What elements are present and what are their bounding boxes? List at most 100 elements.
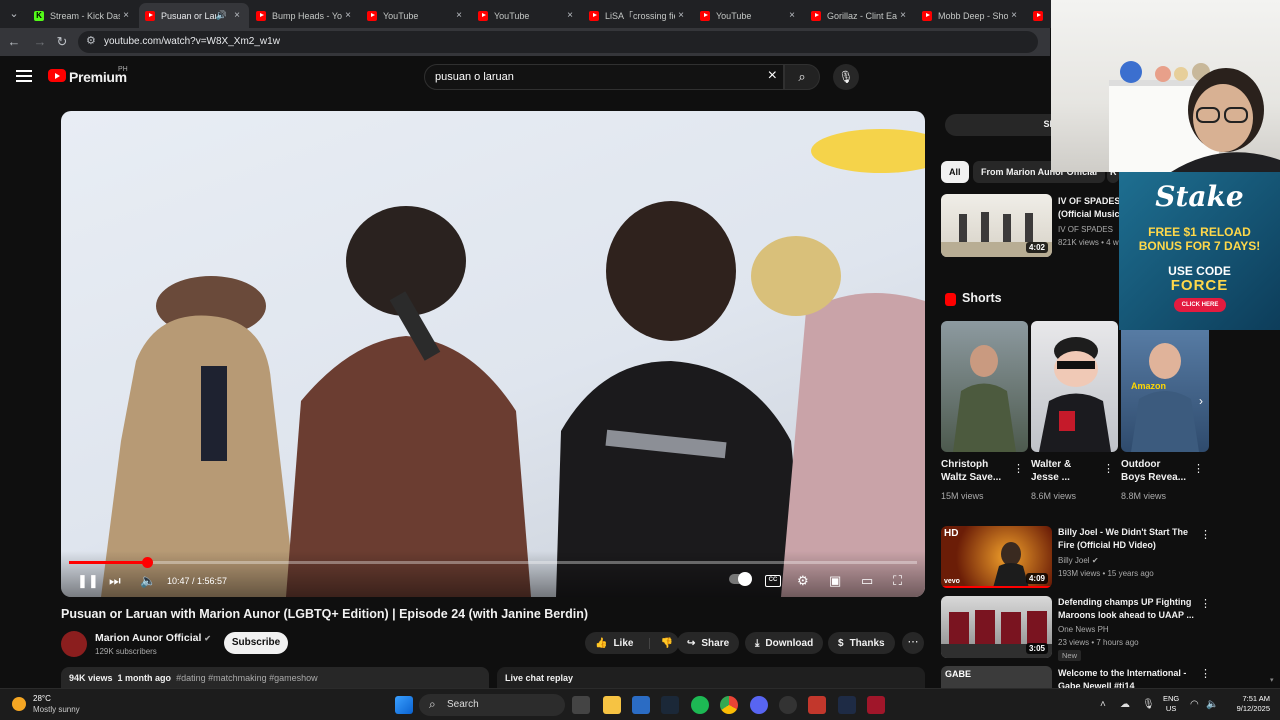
- app-icon[interactable]: [838, 696, 856, 714]
- cloud-icon[interactable]: ☁: [1120, 699, 1130, 710]
- microphone-icon[interactable]: 🎙: [1142, 699, 1155, 710]
- stake-ad-overlay[interactable]: Stake FREE $1 RELOAD BONUS FOR 7 DAYS! U…: [1119, 172, 1280, 330]
- short-title-3[interactable]: Outdoor Boys Revea...: [1121, 458, 1186, 484]
- browser-tab[interactable]: Yo: [1027, 3, 1051, 28]
- file-explorer-icon[interactable]: [603, 696, 621, 714]
- short-title-2[interactable]: Walter & Jesse ...: [1031, 458, 1071, 484]
- tab-audio-icon[interactable]: 🔊: [216, 10, 227, 21]
- related-video-title[interactable]: IV OF SPADES - (Official Music: [1058, 195, 1126, 221]
- wifi-icon[interactable]: ◠: [1190, 699, 1199, 710]
- short-thumb-1[interactable]: [941, 321, 1028, 452]
- language-indicator[interactable]: ENG US: [1163, 694, 1179, 714]
- windows-start-icon[interactable]: [395, 696, 413, 714]
- fullscreen-icon[interactable]: ⛶: [893, 573, 902, 589]
- chip-all[interactable]: All: [941, 161, 969, 183]
- thanks-button[interactable]: $ Thanks: [828, 632, 895, 654]
- reload-icon[interactable]: ↻: [52, 32, 72, 52]
- close-tab-icon[interactable]: ×: [786, 10, 798, 21]
- system-clock[interactable]: 7:51 AM 9/12/2025: [1228, 694, 1270, 714]
- related-video-channel[interactable]: One News PH: [1058, 624, 1109, 636]
- progress-scrubber[interactable]: [142, 557, 154, 568]
- short-menu-icon[interactable]: ⋮: [1103, 462, 1114, 475]
- related-video-channel[interactable]: IV OF SPADES: [1058, 224, 1113, 236]
- browser-tab[interactable]: K Stream - Kick Dash ×: [28, 3, 138, 28]
- voice-search-mic-icon[interactable]: 🎙: [833, 64, 859, 90]
- like-button[interactable]: 👍 Like: [595, 638, 633, 649]
- temperature[interactable]: 28°C: [33, 694, 51, 703]
- miniplayer-icon[interactable]: ▣: [829, 573, 841, 589]
- search-input[interactable]: pusuan o laruan ×: [424, 64, 784, 90]
- more-actions-icon[interactable]: ⋯: [902, 632, 924, 654]
- browser-tab[interactable]: Pusuan or Laruan🔊 ×: [139, 3, 249, 28]
- close-tab-icon[interactable]: ×: [453, 10, 465, 21]
- browser-tab[interactable]: LiSA「crossing field」×: [583, 3, 693, 28]
- app-icon[interactable]: [808, 696, 826, 714]
- weather-sun-icon[interactable]: [12, 697, 26, 711]
- browser-tab[interactable]: YouTube ×: [361, 3, 471, 28]
- browser-tab[interactable]: YouTube ×: [694, 3, 804, 28]
- search-button[interactable]: ⌕: [784, 64, 820, 90]
- close-tab-icon[interactable]: ×: [564, 10, 576, 21]
- site-info-icon[interactable]: ⚙: [86, 34, 96, 47]
- volume-icon[interactable]: 🔈: [140, 573, 156, 589]
- pause-icon[interactable]: ❚❚: [77, 573, 99, 589]
- short-thumb-3[interactable]: Amazon: [1121, 321, 1209, 452]
- task-view-icon[interactable]: [572, 696, 590, 714]
- subscribe-button[interactable]: Subscribe: [224, 632, 288, 654]
- obs-icon[interactable]: [779, 696, 797, 714]
- description-box[interactable]: 94K views 1 month ago #dating #matchmaki…: [61, 667, 489, 689]
- theater-mode-icon[interactable]: ▭: [861, 573, 873, 589]
- browser-tab[interactable]: YouTube ×: [472, 3, 582, 28]
- ad-click-button[interactable]: CLICK HERE: [1174, 298, 1226, 312]
- channel-name[interactable]: Marion Aunor Official ✔: [95, 632, 211, 644]
- close-tab-icon[interactable]: ×: [675, 10, 687, 21]
- related-video-title[interactable]: Defending champs UP Fighting Maroons look…: [1058, 596, 1194, 622]
- autoplay-toggle[interactable]: [729, 572, 752, 586]
- browser-tab[interactable]: Mobb Deep - Shook Ones×: [916, 3, 1026, 28]
- close-tab-icon[interactable]: ×: [1008, 10, 1020, 21]
- related-video-thumb[interactable]: GABE: [941, 666, 1052, 688]
- tray-chevron-icon[interactable]: ˄: [1100, 699, 1106, 710]
- video-menu-icon[interactable]: ⋮: [1200, 667, 1211, 680]
- related-video-thumb[interactable]: 4:02: [941, 194, 1052, 257]
- short-title-1[interactable]: Christoph Waltz Save...: [941, 458, 1001, 484]
- chrome-icon[interactable]: [720, 696, 738, 714]
- close-tab-icon[interactable]: ×: [120, 10, 132, 21]
- forward-arrow-icon[interactable]: →: [30, 32, 50, 52]
- hashtags[interactable]: #dating #matchmaking #gameshow: [176, 673, 318, 683]
- menu-icon[interactable]: [16, 70, 32, 82]
- spotify-icon[interactable]: [691, 696, 709, 714]
- browser-tab[interactable]: Gorillaz - Clint Eastwood×: [805, 3, 915, 28]
- related-video-title[interactable]: Billy Joel - We Didn't Start The Fire (Of…: [1058, 526, 1188, 552]
- back-arrow-icon[interactable]: ←: [4, 32, 24, 52]
- dislike-button[interactable]: 👎: [649, 637, 673, 649]
- related-video-thumb[interactable]: 3:05: [941, 596, 1052, 658]
- clear-search-icon[interactable]: ×: [768, 67, 777, 85]
- youtube-logo-icon[interactable]: [48, 69, 66, 82]
- next-icon[interactable]: ⏭: [109, 573, 121, 589]
- download-button[interactable]: ⤓ Download: [745, 632, 824, 654]
- video-menu-icon[interactable]: ⋮: [1200, 528, 1211, 541]
- scroll-down-arrow-icon[interactable]: ▾: [1270, 676, 1274, 684]
- related-video-channel[interactable]: Billy Joel ✔: [1058, 555, 1099, 567]
- settings-gear-icon[interactable]: ⚙: [797, 573, 809, 589]
- browser-tab[interactable]: Bump Heads - YouTube×: [250, 3, 360, 28]
- steam-icon[interactable]: [661, 696, 679, 714]
- short-menu-icon[interactable]: ⋮: [1013, 462, 1024, 475]
- channel-avatar[interactable]: [61, 631, 87, 657]
- volume-tray-icon[interactable]: 🔈: [1206, 699, 1218, 710]
- progress-bar[interactable]: [69, 557, 917, 568]
- close-tab-icon[interactable]: ×: [897, 10, 909, 21]
- subtitles-icon[interactable]: CC: [765, 575, 781, 587]
- discord-icon[interactable]: [750, 696, 768, 714]
- store-icon[interactable]: [632, 696, 650, 714]
- close-tab-icon[interactable]: ×: [342, 10, 354, 21]
- short-thumb-2[interactable]: [1031, 321, 1118, 452]
- live-chat-replay-header[interactable]: Live chat replay: [497, 667, 925, 689]
- taskbar-search[interactable]: Search: [419, 694, 565, 716]
- share-button[interactable]: ↪ Share: [677, 632, 740, 654]
- related-video-thumb[interactable]: HD vevo 4:09: [941, 526, 1052, 588]
- video-menu-icon[interactable]: ⋮: [1200, 597, 1211, 610]
- short-menu-icon[interactable]: ⋮: [1193, 462, 1204, 475]
- address-bar[interactable]: ⚙ youtube.com/watch?v=W8X_Xm2_w1w: [78, 31, 1038, 53]
